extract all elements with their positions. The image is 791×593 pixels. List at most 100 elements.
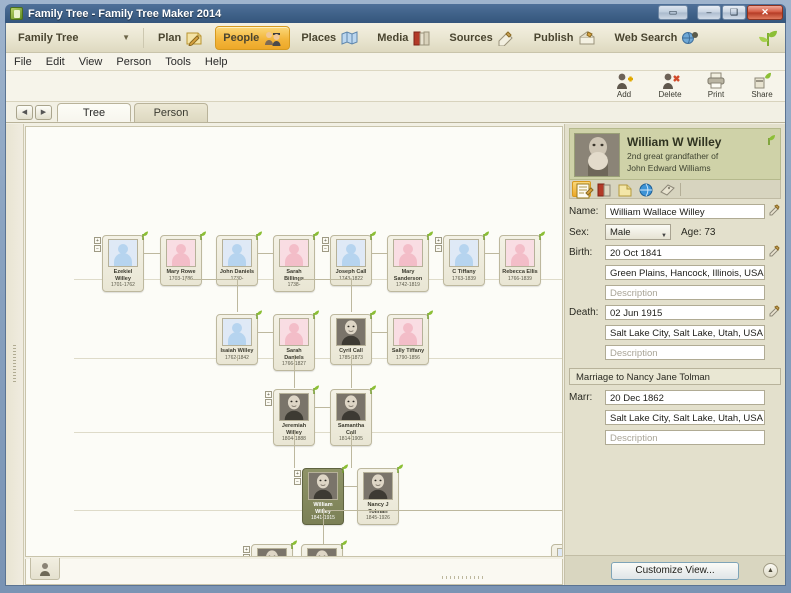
person-portrait[interactable]: [574, 133, 620, 177]
edit-name-icon[interactable]: [768, 204, 781, 219]
add-person-button[interactable]: Add: [607, 72, 641, 99]
tree-canvas[interactable]: Ezekiel Willey 1701-1762 + − Mary Rowe 1703-1…: [25, 126, 563, 557]
death-description-field[interactable]: Description: [605, 345, 765, 360]
card-expand-badge[interactable]: +: [265, 391, 272, 398]
chevron-up-icon[interactable]: ▲: [763, 563, 778, 578]
menu-tools[interactable]: Tools: [165, 56, 191, 68]
card-expand-badge[interactable]: −: [322, 245, 329, 252]
nav-item-plan[interactable]: Plan: [151, 27, 211, 49]
edit-birth-icon[interactable]: [768, 245, 781, 260]
ancestry-hint-leaf-icon[interactable]: [423, 230, 434, 241]
marriage-place-field[interactable]: Salt Lake City, Salt Lake, Utah, USA: [605, 410, 765, 425]
person-card[interactable]: Rebecca Ellis 1766-1839: [499, 235, 541, 286]
card-expand-badge[interactable]: +: [294, 470, 301, 477]
menu-view[interactable]: View: [79, 56, 103, 68]
nav-item-web-search[interactable]: Web Search: [608, 27, 708, 49]
connector-line: [237, 355, 238, 361]
share-button[interactable]: Share: [745, 72, 779, 99]
customize-view-button[interactable]: Customize View...: [611, 561, 739, 580]
edit-death-icon[interactable]: [768, 305, 781, 320]
ancestry-hint-leaf-icon[interactable]: [252, 309, 263, 320]
ancestry-hint-leaf-icon[interactable]: [138, 230, 149, 241]
person-card[interactable]: C Tiffany 1763-1839: [443, 235, 485, 286]
sex-select[interactable]: Male ▼: [605, 224, 671, 240]
nav-item-people[interactable]: People: [215, 25, 291, 50]
rail-grip[interactable]: [13, 345, 16, 384]
ancestry-hint-leaf-icon[interactable]: [366, 230, 377, 241]
person-card[interactable]: Mary Sanderson 1742-1819: [387, 235, 429, 292]
menu-edit[interactable]: Edit: [46, 56, 65, 68]
tasks-tab[interactable]: [656, 181, 675, 197]
tab-tree[interactable]: Tree: [57, 103, 131, 122]
connector-line: [299, 277, 300, 281]
person-card-dates: 1742-1819: [396, 282, 420, 288]
close-button[interactable]: ✕: [747, 5, 783, 20]
tab-person[interactable]: Person: [134, 103, 208, 122]
ancestry-hint-leaf-icon[interactable]: [535, 230, 546, 241]
person-card[interactable]: Sarah Billings 1738-: [273, 235, 315, 292]
card-expand-badge[interactable]: −: [243, 554, 250, 556]
nav-forward-button[interactable]: ▶: [35, 105, 52, 120]
name-field[interactable]: William Wallace Willey: [605, 204, 765, 219]
nav-item-sources[interactable]: Sources: [442, 27, 522, 49]
nav-item-publish[interactable]: Publish: [527, 27, 604, 49]
print-button[interactable]: Print: [699, 72, 733, 99]
restore-extra-button[interactable]: ▭: [658, 5, 688, 20]
ancestry-hint-leaf-icon[interactable]: [309, 309, 320, 320]
card-expand-badge[interactable]: +: [94, 237, 101, 244]
nav-back-button[interactable]: ◀: [16, 105, 33, 120]
web-links-tab[interactable]: [635, 181, 654, 197]
card-expand-badge[interactable]: +: [322, 237, 329, 244]
ancestry-hint-leaf-icon[interactable]: [338, 463, 349, 474]
horizontal-scroll-grip[interactable]: [442, 576, 484, 579]
ancestry-hint-leaf-icon[interactable]: [337, 539, 348, 550]
ancestry-hint-leaf-icon[interactable]: [309, 230, 320, 241]
birth-place-field[interactable]: Green Plains, Hancock, Illinois, USA: [605, 265, 765, 280]
nav-item-media[interactable]: Media: [370, 27, 438, 49]
person-card[interactable]: Nancy J Tolman 1845-1926: [357, 468, 399, 525]
ancestry-hint-leaf-icon[interactable]: [309, 384, 320, 395]
delete-person-button[interactable]: Delete: [653, 72, 687, 99]
menu-person[interactable]: Person: [116, 56, 151, 68]
ancestry-hint-leaf-icon[interactable]: [196, 230, 207, 241]
birth-date-field[interactable]: 20 Oct 1841: [605, 245, 765, 260]
ancestry-hint-leaf-icon[interactable]: [393, 463, 404, 474]
marriage-date-field[interactable]: 20 Dec 1862: [605, 390, 765, 405]
menu-help[interactable]: Help: [205, 56, 228, 68]
person-card[interactable]: John Daniels1730-: [216, 235, 258, 286]
ancestry-hint-leaf-icon[interactable]: [366, 384, 377, 395]
ancestry-hint-leaf-icon[interactable]: [366, 309, 377, 320]
ancestry-hint-leaf-icon[interactable]: [479, 230, 490, 241]
ancestry-hint-leaf-icon[interactable]: [287, 539, 298, 550]
notes-tab[interactable]: [614, 181, 633, 197]
media-tab[interactable]: [593, 181, 612, 197]
card-expand-badge[interactable]: −: [265, 399, 272, 406]
ancestry-hint-leaf-icon[interactable]: [252, 230, 263, 241]
birth-description-field[interactable]: Description: [605, 285, 765, 300]
tree-selector[interactable]: Family Tree ▼: [12, 29, 138, 47]
individual-tab[interactable]: [572, 181, 594, 199]
marriage-description-field[interactable]: Description: [605, 430, 765, 445]
print-icon: [699, 72, 733, 89]
card-expand-badge[interactable]: +: [243, 546, 250, 553]
nav-item-places[interactable]: Places: [294, 27, 366, 49]
person-card[interactable]: William Willey1874-1962: [551, 544, 562, 556]
connector-line: [294, 432, 295, 468]
menu-file[interactable]: File: [14, 56, 32, 68]
person-card[interactable]: Sally Tiffany 1790-1856: [387, 314, 429, 365]
person-card[interactable]: Joseph Call1743-1822: [330, 235, 372, 286]
person-card[interactable]: Ezekiel Willey 1701-1762: [102, 235, 144, 292]
minimize-button[interactable]: –: [697, 5, 721, 20]
maximize-button[interactable]: ❑: [722, 5, 746, 20]
death-date-field[interactable]: 02 Jun 1915: [605, 305, 765, 320]
card-expand-badge[interactable]: +: [435, 237, 442, 244]
person-card-name: Sally Tiffany: [391, 348, 425, 354]
card-expand-badge[interactable]: −: [294, 478, 301, 485]
card-expand-badge[interactable]: −: [435, 245, 442, 252]
ancestry-leaf-icon[interactable]: [763, 133, 776, 146]
ancestry-hint-leaf-icon[interactable]: [423, 309, 434, 320]
index-person-button[interactable]: [30, 558, 60, 580]
person-card[interactable]: Mary Rowe 1703-1786: [160, 235, 202, 286]
card-expand-badge[interactable]: −: [94, 245, 101, 252]
death-place-field[interactable]: Salt Lake City, Salt Lake, Utah, USA: [605, 325, 765, 340]
